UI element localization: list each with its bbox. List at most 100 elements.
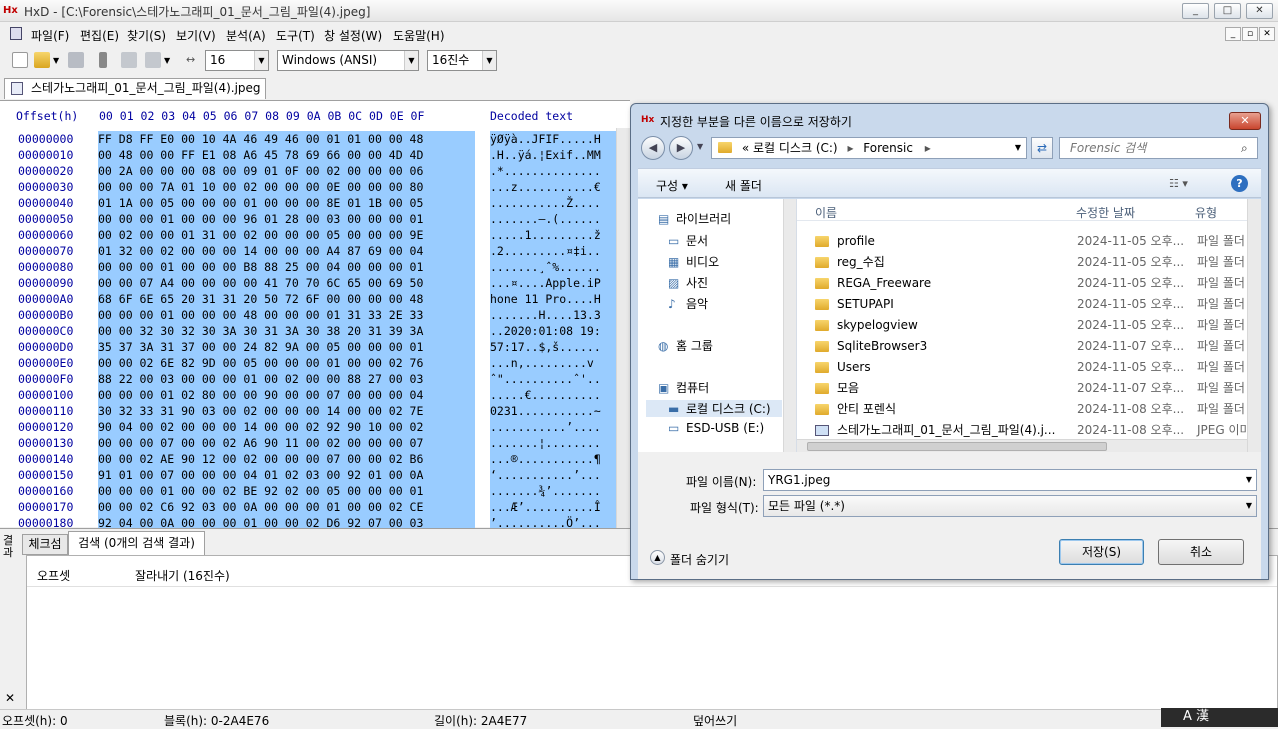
decoded-text[interactable]: ...®...........¶	[490, 451, 618, 467]
file-row[interactable]: 스테가노그래피_01_문서_그림_파일(4).j... 2024-11-08 오후…	[797, 420, 1247, 441]
minimize-button[interactable]: _	[1182, 3, 1209, 19]
hex-bytes[interactable]: 00 2A 00 00 00 08 00 09 01 0F 00 02 00 0…	[98, 163, 475, 179]
decoded-text[interactable]: .......H....13.3	[490, 307, 618, 323]
decoded-text[interactable]: .......¦........	[490, 435, 618, 451]
list-hscrollbar[interactable]	[797, 439, 1247, 452]
file-row[interactable]: SETUPAPI 2024-11-05 오후... 파일 폴더	[797, 294, 1247, 315]
dialog-close-button[interactable]: ✕	[1229, 112, 1261, 130]
chevron-down-icon[interactable]: ▼	[1246, 470, 1252, 490]
nav-item-usb[interactable]: ▭ ESD-USB (E:)	[668, 421, 764, 435]
file-row[interactable]: SqliteBrowser3 2024-11-07 오후... 파일 폴더	[797, 336, 1247, 357]
menu-window[interactable]: 창 설정(W)	[324, 27, 382, 44]
ram-icon[interactable]	[99, 52, 107, 68]
menu-help[interactable]: 도움말(H)	[393, 27, 445, 44]
offset-base-select[interactable]: 16진수 ▼	[427, 50, 497, 71]
open-dropdown-icon[interactable]: ▼	[53, 56, 59, 65]
decoded-text[interactable]: .H..ÿá.¦Exif..MM	[490, 147, 618, 163]
filetype-select[interactable]: 모든 파일 (*.*) ▼	[763, 495, 1257, 517]
hex-bytes[interactable]: 00 48 00 00 FF E1 08 A6 45 78 69 66 00 0…	[98, 147, 475, 163]
decoded-text[interactable]: ...........’....	[490, 419, 618, 435]
bytes-per-row-select[interactable]: 16 ▼	[205, 50, 269, 71]
menu-search[interactable]: 찾기(S)	[127, 27, 166, 44]
nav-item-video[interactable]: ▦ 비디오	[668, 253, 719, 270]
tab-search-results[interactable]: 검색 (0개의 검색 결과)	[68, 531, 205, 555]
search-input[interactable]: Forensic 검색	[1059, 137, 1258, 159]
save-icon[interactable]	[68, 52, 84, 68]
tab-checksum[interactable]: 체크섬	[22, 534, 68, 555]
column-offset[interactable]: 오프셋	[37, 567, 70, 584]
forward-button[interactable]: ▶	[669, 136, 693, 160]
hide-folders-button[interactable]: 폴더 숨기기	[670, 551, 729, 568]
hex-bytes[interactable]: 00 00 00 7A 01 10 00 02 00 00 00 0E 00 0…	[98, 179, 475, 195]
nav-item-homegroup[interactable]: ◍ 홈 그룹	[658, 337, 713, 354]
menu-edit[interactable]: 편집(E)	[80, 27, 119, 44]
decoded-text[interactable]: ...........Ž....	[490, 195, 618, 211]
decoded-text[interactable]: .2.........¤‡i..	[490, 243, 618, 259]
column-date[interactable]: 수정한 날짜	[1076, 204, 1135, 221]
recent-dropdown-icon[interactable]: ▼	[697, 142, 703, 151]
mdi-minimize-button[interactable]: _	[1225, 27, 1241, 41]
decoded-text[interactable]: .......¸ˆ%......	[490, 259, 618, 275]
hex-bytes[interactable]: 00 02 00 00 01 31 00 02 00 00 00 05 00 0…	[98, 227, 475, 243]
file-row[interactable]: 안티 포렌식 2024-11-08 오후... 파일 폴더	[797, 399, 1247, 420]
hex-scrollbar[interactable]	[616, 128, 630, 528]
file-row[interactable]: 모음 2024-11-07 오후... 파일 폴더	[797, 378, 1247, 399]
hex-bytes[interactable]: 35 37 3A 31 37 00 00 24 82 9A 00 05 00 0…	[98, 339, 475, 355]
hex-bytes[interactable]: 00 00 02 AE 90 12 00 02 00 00 00 07 00 0…	[98, 451, 475, 467]
decoded-text[interactable]: .*..............	[490, 163, 618, 179]
menu-tools[interactable]: 도구(T)	[276, 27, 315, 44]
decoded-text[interactable]: .....€..........	[490, 387, 618, 403]
decoded-text[interactable]: 57:17..$‚š......	[490, 339, 618, 355]
file-row[interactable]: Users 2024-11-05 오후... 파일 폴더	[797, 357, 1247, 378]
hex-bytes[interactable]: FF D8 FF E0 00 10 4A 46 49 46 00 01 01 0…	[98, 131, 475, 147]
hex-bytes[interactable]: 00 00 02 C6 92 03 00 0A 00 00 00 01 00 0…	[98, 499, 475, 515]
decoded-text[interactable]: hone 11 Pro....H	[490, 291, 618, 307]
menu-analysis[interactable]: 분석(A)	[226, 27, 266, 44]
file-row[interactable]: profile 2024-11-05 오후... 파일 폴더	[797, 231, 1247, 252]
hex-bytes[interactable]: 00 00 00 01 00 00 02 BE 92 02 00 05 00 0…	[98, 483, 475, 499]
new-file-icon[interactable]	[12, 52, 28, 68]
file-row[interactable]: reg_수집 2024-11-05 오후... 파일 폴더	[797, 252, 1247, 273]
column-cut-hex[interactable]: 잘라내기 (16진수)	[135, 567, 230, 584]
decoded-text[interactable]: ...z...........€	[490, 179, 618, 195]
chevron-up-icon[interactable]: ▲	[650, 550, 665, 565]
new-folder-button[interactable]: 새 폴더	[725, 177, 762, 194]
disk-image-icon[interactable]	[145, 52, 161, 68]
view-options-icon[interactable]: ☷ ▾	[1169, 177, 1188, 190]
chevron-down-icon[interactable]: ▼	[1246, 496, 1252, 516]
menu-view[interactable]: 보기(V)	[176, 27, 216, 44]
decoded-text[interactable]: ÿØÿà..JFIF.....H	[490, 131, 618, 147]
filename-input[interactable]: YRG1.jpeg ▼	[763, 469, 1257, 491]
hex-bytes[interactable]: 01 1A 00 05 00 00 00 01 00 00 00 8E 01 1…	[98, 195, 475, 211]
tab-open-file[interactable]: 스테가노그래피_01_문서_그림_파일(4).jpeg	[4, 78, 266, 99]
nav-item-music[interactable]: ♪ 음악	[668, 295, 708, 312]
address-dropdown-icon[interactable]: ▼	[1015, 138, 1021, 158]
address-forensic[interactable]: Forensic	[863, 141, 913, 155]
hex-bytes[interactable]: 88 22 00 03 00 00 00 01 00 02 00 00 88 2…	[98, 371, 475, 387]
hex-bytes[interactable]: 00 00 07 A4 00 00 00 00 41 70 70 6C 65 0…	[98, 275, 475, 291]
save-button[interactable]: 저장(S)	[1059, 539, 1144, 565]
help-icon[interactable]: ?	[1231, 175, 1248, 192]
disk-dropdown-icon[interactable]: ▼	[164, 56, 170, 65]
hscroll-thumb[interactable]	[807, 442, 1107, 451]
hex-bytes[interactable]: 91 01 00 07 00 00 00 04 01 02 03 00 92 0…	[98, 467, 475, 483]
decoded-text[interactable]: ...¤....Apple.iP	[490, 275, 618, 291]
nav-item-documents[interactable]: ▭ 문서	[668, 232, 708, 249]
hex-bytes[interactable]: 00 00 32 30 32 30 3A 30 31 3A 30 38 20 3…	[98, 323, 475, 339]
hex-bytes[interactable]: 68 6F 6E 65 20 31 31 20 50 72 6F 00 00 0…	[98, 291, 475, 307]
decoded-text[interactable]: ˆ"..........ˆ'..	[490, 371, 618, 387]
cancel-button[interactable]: 취소	[1158, 539, 1244, 565]
hex-bytes[interactable]: 00 00 00 01 02 80 00 00 90 00 00 07 00 0…	[98, 387, 475, 403]
menu-file[interactable]: 파일(F)	[31, 27, 69, 44]
hex-bytes[interactable]: 30 32 33 31 90 03 00 02 00 00 00 14 00 0…	[98, 403, 475, 419]
hex-bytes[interactable]: 00 00 00 01 00 00 00 B8 88 25 00 04 00 0…	[98, 259, 475, 275]
nav-scrollbar[interactable]	[783, 199, 796, 452]
search-icon[interactable]: ⌕	[1241, 141, 1248, 156]
mdi-restore-button[interactable]: ▫	[1242, 27, 1258, 41]
file-row[interactable]: skypelogview 2024-11-05 오후... 파일 폴더	[797, 315, 1247, 336]
file-row[interactable]: REGA_Freeware 2024-11-05 오후... 파일 폴더	[797, 273, 1247, 294]
address-drive[interactable]: « 로컬 디스크 (C:)	[742, 141, 838, 155]
ime-tray[interactable]: A 漢	[1161, 708, 1278, 727]
decoded-text[interactable]: ..2020:01:08 19:	[490, 323, 618, 339]
hex-bytes[interactable]: 00 00 02 6E 82 9D 00 05 00 00 00 01 00 0…	[98, 355, 475, 371]
